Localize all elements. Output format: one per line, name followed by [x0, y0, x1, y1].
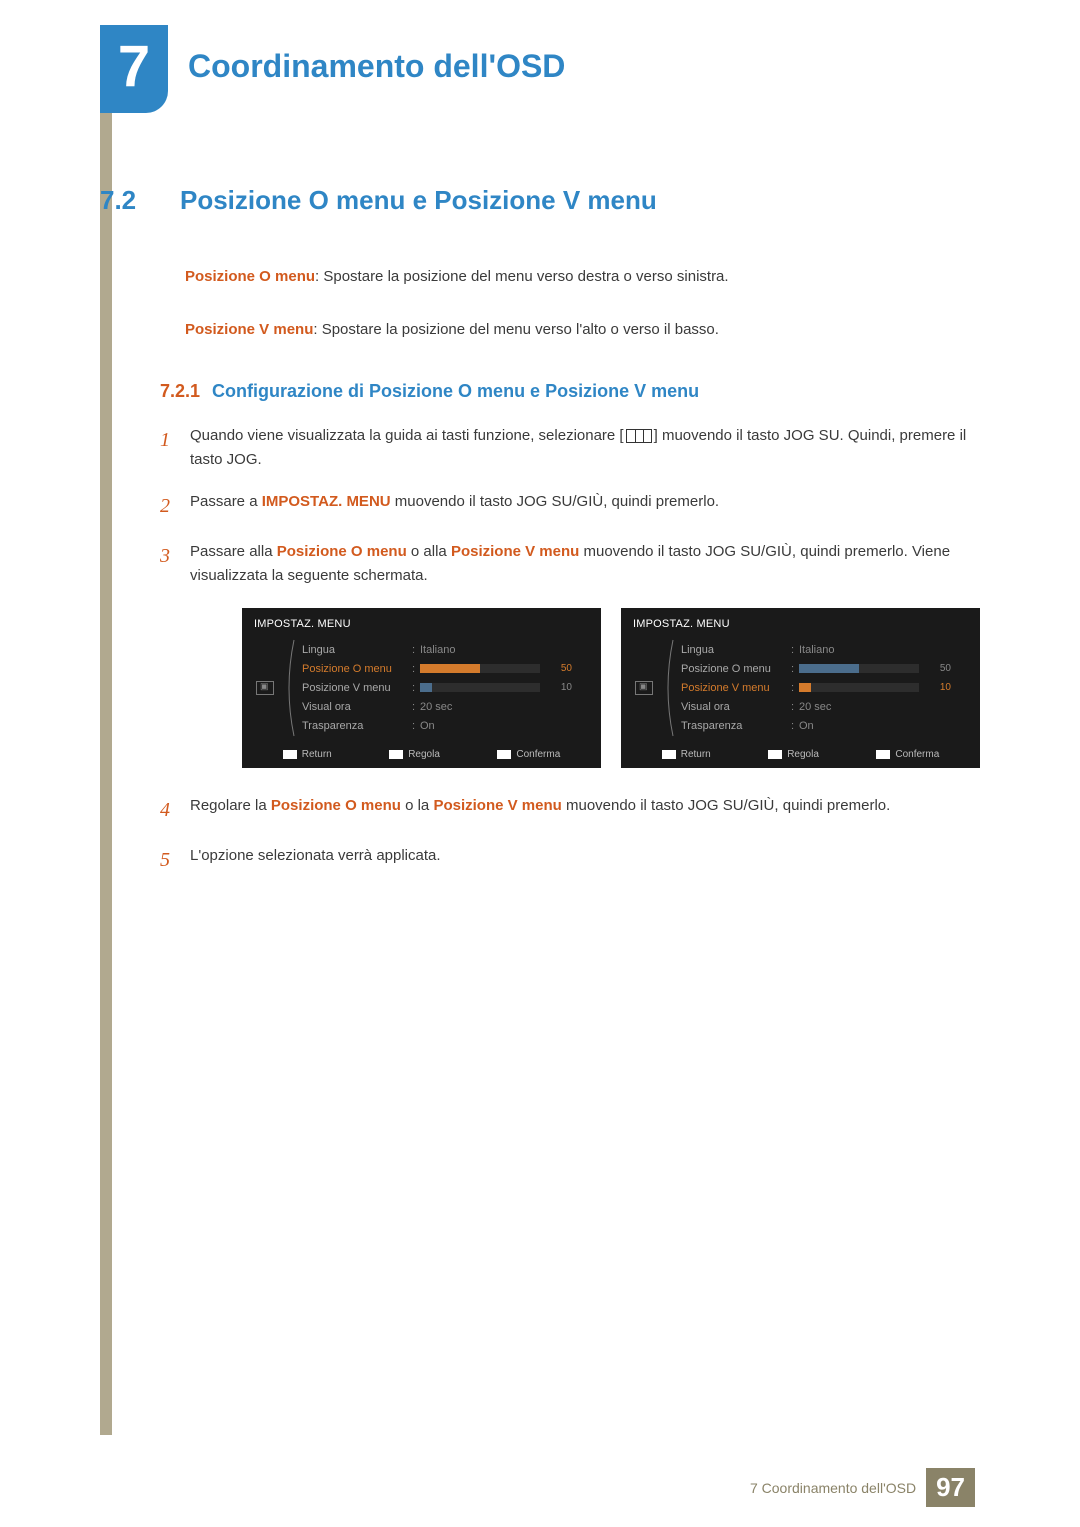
osd-left-icons	[254, 640, 276, 735]
step-text: Passare alla Posizione O menu o alla Pos…	[190, 540, 980, 588]
section-number: 7.2	[100, 185, 180, 216]
osd-return: Return	[662, 749, 711, 760]
step-2: 2 Passare a IMPOSTAZ. MENU muovendo il t…	[160, 490, 980, 522]
step-number: 3	[160, 540, 190, 588]
section-title: Posizione O menu e Posizione V menu	[180, 185, 657, 215]
osd-regola: Regola	[389, 749, 440, 760]
osd-curve-decoration	[282, 640, 296, 735]
term-posizione-v: Posizione V menu	[451, 543, 579, 560]
term-posizione-o: Posizione O menu	[277, 543, 407, 560]
osd-screenshot-pair: IMPOSTAZ. MENU Lingua:Italiano Posizione…	[242, 608, 980, 768]
step-number: 1	[160, 424, 190, 472]
section-heading: 7.2Posizione O menu e Posizione V menu	[100, 185, 980, 216]
step-4: 4 Regolare la Posizione O menu o la Posi…	[160, 794, 980, 826]
osd-row-visual: Visual ora:20 sec	[302, 697, 589, 716]
osd-row-pos-v: Posizione V menu: 10	[681, 678, 968, 697]
section-body: 7.2Posizione O menu e Posizione V menu P…	[100, 185, 980, 894]
osd-footer: Return Regola Conferma	[254, 749, 589, 760]
menu-icon	[626, 429, 652, 443]
step-number: 2	[160, 490, 190, 522]
intro-pos-v: Posizione V menu: Spostare la posizione …	[185, 319, 980, 342]
chapter-title: Coordinamento dell'OSD	[188, 48, 565, 85]
osd-row-lingua: Lingua:Italiano	[681, 640, 968, 659]
step-number: 5	[160, 844, 190, 876]
osd-row-trasp: Trasparenza:On	[681, 716, 968, 735]
footer-chapter-label: 7 Coordinamento dell'OSD	[750, 1480, 916, 1496]
step-3: 3 Passare alla Posizione O menu o alla P…	[160, 540, 980, 588]
term-impostaz-menu: IMPOSTAZ. MENU	[262, 493, 391, 510]
osd-row-trasp: Trasparenza:On	[302, 716, 589, 735]
osd-title: IMPOSTAZ. MENU	[633, 618, 968, 630]
step-text: Regolare la Posizione O menu o la Posizi…	[190, 794, 980, 826]
osd-return: Return	[283, 749, 332, 760]
osd-row-lingua: Lingua:Italiano	[302, 640, 589, 659]
osd-footer: Return Regola Conferma	[633, 749, 968, 760]
osd-row-pos-o: Posizione O menu: 50	[302, 659, 589, 678]
osd-row-visual: Visual ora:20 sec	[681, 697, 968, 716]
term-posizione-v: Posizione V menu	[185, 321, 313, 338]
subsection-heading: 7.2.1 Configurazione di Posizione O menu …	[160, 381, 980, 402]
slider-track	[420, 683, 540, 692]
page-footer: 7 Coordinamento dell'OSD 97	[750, 1468, 975, 1507]
osd-conferma: Conferma	[876, 749, 939, 760]
osd-curve-decoration	[661, 640, 675, 735]
step-text: Quando viene visualizzata la guida ai ta…	[190, 424, 980, 472]
osd-row-pos-o: Posizione O menu: 50	[681, 659, 968, 678]
osd-title: IMPOSTAZ. MENU	[254, 618, 589, 630]
subsection-number: 7.2.1	[160, 381, 200, 401]
slider-track	[420, 664, 540, 673]
step-text: L'opzione selezionata verrà applicata.	[190, 844, 980, 876]
screen-icon	[256, 681, 274, 695]
osd-conferma: Conferma	[497, 749, 560, 760]
osd-left-icons	[633, 640, 655, 735]
osd-row-pos-v: Posizione V menu: 10	[302, 678, 589, 697]
subsection-title: Configurazione di Posizione O menu e Pos…	[212, 381, 699, 401]
footer-page-number: 97	[926, 1468, 975, 1507]
screen-icon	[635, 681, 653, 695]
step-1: 1 Quando viene visualizzata la guida ai …	[160, 424, 980, 472]
intro-pos-o: Posizione O menu: Spostare la posizione …	[185, 266, 980, 289]
osd-regola: Regola	[768, 749, 819, 760]
step-5: 5 L'opzione selezionata verrà applicata.	[160, 844, 980, 876]
term-posizione-v: Posizione V menu	[433, 797, 561, 814]
step-list: 1 Quando viene visualizzata la guida ai …	[160, 424, 980, 876]
osd-panel-pos-o: IMPOSTAZ. MENU Lingua:Italiano Posizione…	[242, 608, 601, 768]
step-text: Passare a IMPOSTAZ. MENU muovendo il tas…	[190, 490, 980, 522]
slider-track	[799, 683, 919, 692]
term-posizione-o: Posizione O menu	[271, 797, 401, 814]
slider-track	[799, 664, 919, 673]
chapter-number-badge: 7	[100, 25, 168, 113]
step-number: 4	[160, 794, 190, 826]
osd-panel-pos-v: IMPOSTAZ. MENU Lingua:Italiano Posizione…	[621, 608, 980, 768]
term-posizione-o: Posizione O menu	[185, 268, 315, 285]
